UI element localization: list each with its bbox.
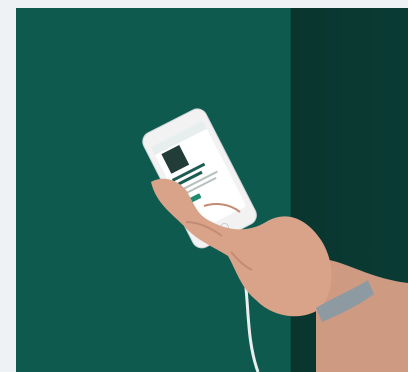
photo-illustration [142, 108, 408, 372]
product-photo [16, 8, 408, 372]
